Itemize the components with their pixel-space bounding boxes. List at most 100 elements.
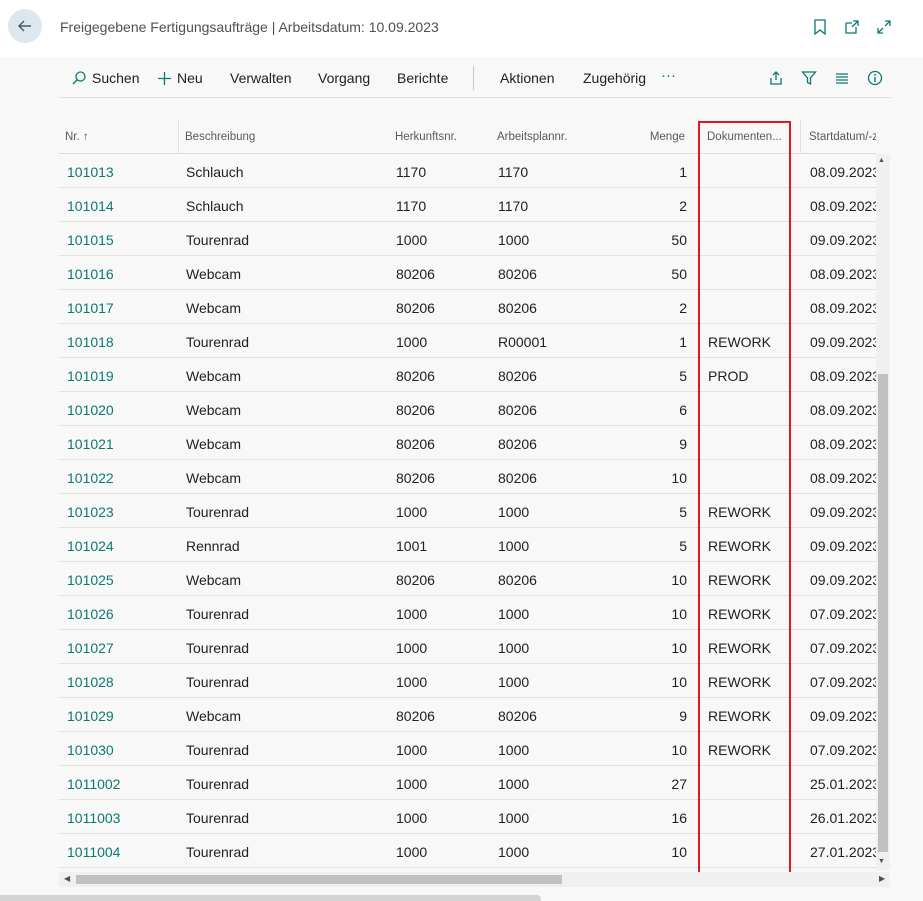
order-number-link[interactable]: 101014 [67,198,114,214]
action-separator [473,66,474,90]
quantity-cell: 1 [679,334,687,350]
table-row[interactable]: 101023 Tourenrad 1000 1000 5 REWORK 09.09.2023 [59,494,876,528]
column-header-quantity[interactable]: Menge [599,131,685,143]
order-number-link[interactable]: 1011003 [67,810,120,826]
order-number-link[interactable]: 1011002 [67,776,120,792]
table-row[interactable]: 1011003 Tourenrad 1000 1000 16 26.01.2023 [59,800,876,834]
order-number-link[interactable]: 101020 [67,402,114,418]
back-button[interactable] [8,9,42,43]
table-row[interactable]: 101022 Webcam 80206 80206 10 08.09.2023 [59,460,876,494]
quantity-cell: 50 [671,266,687,282]
quantity-cell: 5 [679,368,687,384]
routing-no-cell: 80206 [498,402,537,418]
table-row[interactable]: 101021 Webcam 80206 80206 9 08.09.2023 [59,426,876,460]
open-new-window-icon[interactable] [843,18,861,36]
search-label: Suchen [92,70,140,86]
table-row[interactable]: 101020 Webcam 80206 80206 6 08.09.2023 [59,392,876,426]
table-row[interactable]: 101028 Tourenrad 1000 1000 10 REWORK 07.09.202… [59,664,876,698]
column-header-source-no[interactable]: Herkunftsnr. [395,131,457,143]
description-cell: Webcam [186,708,241,724]
order-number-link[interactable]: 101029 [67,708,114,724]
info-icon[interactable] [866,69,883,86]
filter-icon[interactable] [800,69,817,86]
table-row[interactable]: 1011002 Tourenrad 1000 1000 27 25.01.2023 [59,766,876,800]
order-number-link[interactable]: 101017 [67,300,114,316]
process-menu[interactable]: Vorgang [318,70,370,86]
table-row[interactable]: 101013 Schlauch 1170 1170 1 08.09.2023 [59,154,876,188]
reports-menu[interactable]: Berichte [397,70,448,86]
description-cell: Webcam [186,470,241,486]
order-number-link[interactable]: 101013 [67,164,114,180]
order-number-link[interactable]: 101026 [67,606,114,622]
more-options-button[interactable]: ··· [661,67,676,84]
horizontal-scrollbar[interactable]: ◀ ▶ [59,872,890,887]
column-header-nr[interactable]: Nr. ↑ [65,131,89,143]
start-date-cell: 09.09.2023 [810,538,876,554]
quantity-cell: 9 [679,708,687,724]
bookmark-icon[interactable] [811,18,829,36]
order-number-link[interactable]: 101030 [67,742,114,758]
column-header-document-type[interactable]: Dokumenten... [707,131,789,143]
start-date-cell: 09.09.2023 [810,504,876,520]
search-button[interactable]: Suchen [71,70,139,86]
order-number-link[interactable]: 101027 [67,640,114,656]
order-number-link[interactable]: 101016 [67,266,114,282]
table-row[interactable]: 101029 Webcam 80206 80206 9 REWORK 09.09.2023 [59,698,876,732]
table-row[interactable]: 101027 Tourenrad 1000 1000 10 REWORK 07.09.202… [59,630,876,664]
column-divider [800,120,801,154]
order-number-link[interactable]: 101021 [67,436,114,452]
plus-icon [158,71,171,85]
start-date-cell: 09.09.2023 [810,708,876,724]
table-row[interactable]: 101024 Rennrad 1001 1000 5 REWORK 09.09.2023 [59,528,876,562]
table-row[interactable]: 101017 Webcam 80206 80206 2 08.09.2023 [59,290,876,324]
table-row[interactable]: 101026 Tourenrad 1000 1000 10 REWORK 07.09.202… [59,596,876,630]
table-row[interactable]: 101016 Webcam 80206 80206 50 08.09.2023 [59,256,876,290]
vertical-scrollbar[interactable]: ▲ ▼ [876,154,890,870]
scroll-right-icon[interactable]: ▶ [879,874,885,883]
column-header-start-date[interactable]: Startdatum/-zeit [809,131,876,143]
expand-icon[interactable] [875,18,893,36]
table-row[interactable]: 101014 Schlauch 1170 1170 2 08.09.2023 [59,188,876,222]
column-header-routing-no[interactable]: Arbeitsplannr. [497,131,567,143]
document-type-cell: REWORK [708,674,771,690]
document-type-cell: REWORK [708,334,771,350]
manage-menu[interactable]: Verwalten [230,70,291,86]
actions-menu[interactable]: Aktionen [500,70,554,86]
order-number-link[interactable]: 101015 [67,232,114,248]
scroll-down-icon[interactable]: ▼ [878,858,885,865]
order-number-link[interactable]: 101028 [67,674,114,690]
column-header-description[interactable]: Beschreibung [185,131,255,143]
description-cell: Tourenrad [186,504,250,520]
order-number-link[interactable]: 101019 [67,368,114,384]
start-date-cell: 27.01.2023 [810,844,876,860]
source-no-cell: 1170 [396,198,427,214]
table-body: 101013 Schlauch 1170 1170 1 08.09.2023 101014 S… [59,154,876,868]
new-button[interactable]: Neu [157,70,203,86]
order-number-link[interactable]: 101025 [67,572,114,588]
order-number-link[interactable]: 101023 [67,504,114,520]
table-row[interactable]: 101015 Tourenrad 1000 1000 50 09.09.2023 [59,222,876,256]
table-row[interactable]: 101030 Tourenrad 1000 1000 10 REWORK 07.09.202… [59,732,876,766]
related-menu[interactable]: Zugehörig [583,70,646,86]
scroll-left-icon[interactable]: ◀ [64,874,70,883]
scroll-up-icon[interactable]: ▲ [878,157,885,164]
vertical-scroll-thumb[interactable] [878,374,888,852]
order-number-link[interactable]: 101024 [67,538,114,554]
order-number-link[interactable]: 101018 [67,334,114,350]
order-number-link[interactable]: 101022 [67,470,114,486]
description-cell: Schlauch [186,164,244,180]
table-row[interactable]: 101018 Tourenrad 1000 R00001 1 REWORK 09.09.20… [59,324,876,358]
list-view-icon[interactable] [833,69,850,86]
table-row[interactable]: 1011004 Tourenrad 1000 1000 10 27.01.2023 [59,834,876,868]
routing-no-cell: 80206 [498,436,537,452]
start-date-cell: 08.09.2023 [810,266,876,282]
table-row[interactable]: 101025 Webcam 80206 80206 10 REWORK 09.09.2023 [59,562,876,596]
share-icon[interactable] [767,69,784,86]
manage-label: Verwalten [230,70,292,86]
search-icon [72,71,86,85]
source-no-cell: 80206 [396,708,435,724]
quantity-cell: 2 [679,300,687,316]
horizontal-scroll-thumb[interactable] [76,875,562,884]
table-row[interactable]: 101019 Webcam 80206 80206 5 PROD 08.09.2023 [59,358,876,392]
order-number-link[interactable]: 1011004 [67,844,120,860]
